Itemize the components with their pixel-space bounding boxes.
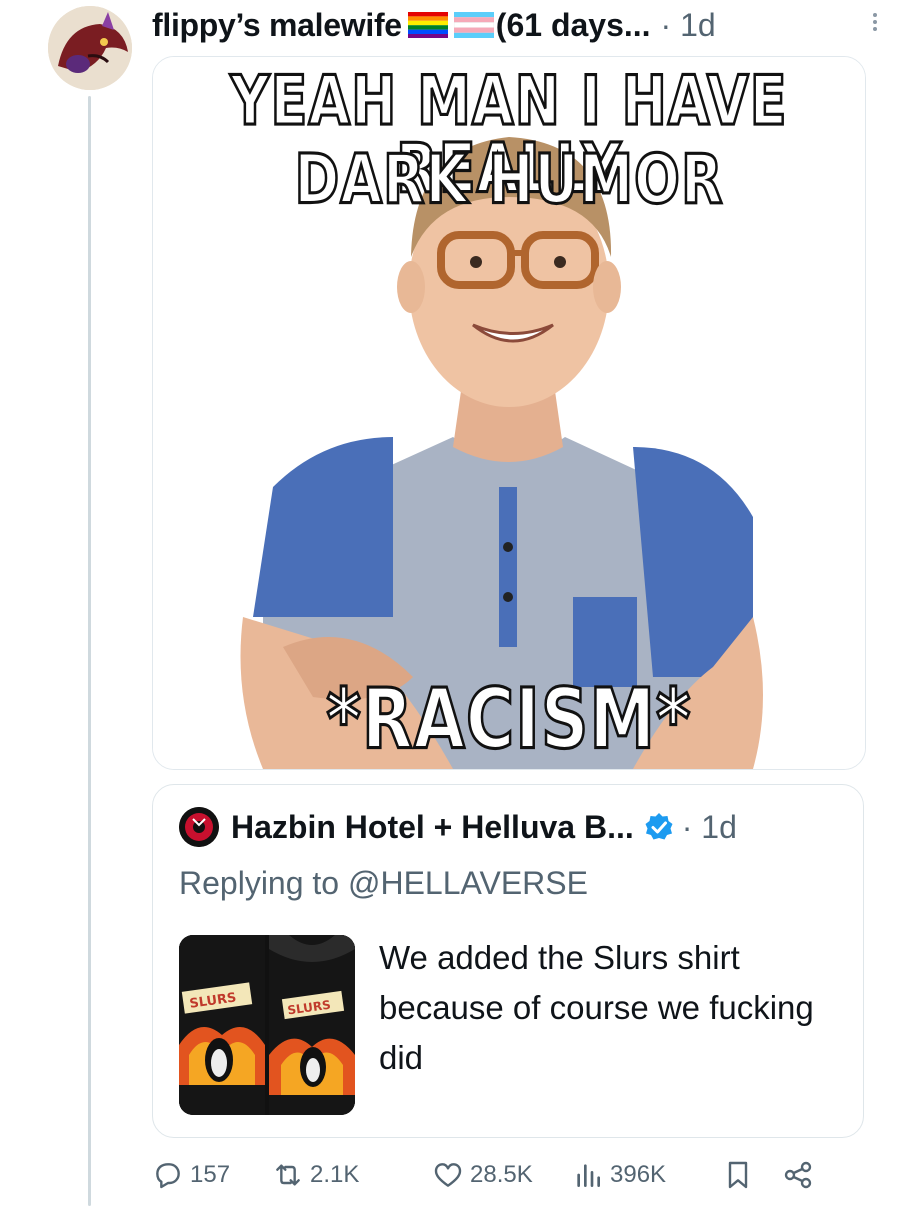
reply-count: 157: [190, 1161, 231, 1188]
hazbin-logo-icon: [179, 807, 219, 847]
quoted-post[interactable]: Hazbin Hotel + Helluva B... · 1d Replyin…: [152, 784, 864, 1138]
like-button[interactable]: 28.5K: [432, 1159, 572, 1191]
meme-caption-bottom: *RACISM*: [325, 671, 692, 768]
share-icon: [784, 1161, 812, 1189]
bookmark-icon: [728, 1161, 748, 1189]
quoted-media-thumbnail[interactable]: SLURS SLURS: [179, 935, 355, 1115]
share-button[interactable]: [782, 1159, 822, 1191]
meme-caption-top-2: DARK HUMOR: [293, 140, 724, 219]
repost-icon: [276, 1164, 300, 1186]
views-button[interactable]: 396K: [572, 1159, 722, 1191]
heart-icon: [434, 1163, 462, 1187]
post-image[interactable]: YEAH MAN I HAVE REALLY DARK HUMOR *RACIS…: [152, 56, 866, 770]
repost-count: 2.1K: [310, 1161, 360, 1188]
post-header: flippy’s malewife (61 days... · 1d: [152, 0, 872, 50]
avatar[interactable]: [48, 6, 132, 90]
repost-button[interactable]: 2.1K: [272, 1159, 432, 1191]
rainbow-flag-icon: [407, 12, 448, 38]
replying-handle[interactable]: @HELLAVERSE: [348, 865, 588, 901]
avatar-image: [48, 6, 132, 90]
like-count: 28.5K: [470, 1161, 533, 1188]
quoted-display-name[interactable]: Hazbin Hotel + Helluva B...: [231, 809, 634, 846]
verified-badge-icon: [645, 813, 673, 840]
bookmark-button[interactable]: [722, 1159, 782, 1191]
views-count: 396K: [610, 1161, 667, 1188]
thread-line: [88, 96, 91, 1206]
quoted-post-text: We added the Slurs shirt because of cour…: [379, 939, 814, 1076]
shirt-image-2: SLURS: [269, 935, 355, 1115]
quoted-post-header: Hazbin Hotel + Helluva B... · 1d: [179, 807, 737, 847]
display-name-suffix: (61 days...: [495, 6, 651, 43]
more-options-icon[interactable]: [870, 10, 880, 40]
trans-flag-icon: [453, 12, 494, 38]
display-name[interactable]: flippy’s malewife: [152, 7, 402, 44]
post-timestamp[interactable]: · 1d: [661, 7, 716, 44]
views-icon: [577, 1164, 600, 1187]
quoted-timestamp[interactable]: · 1d: [682, 809, 737, 846]
reply-button[interactable]: 157: [152, 1159, 272, 1191]
replying-label: Replying to: [179, 865, 340, 901]
replying-to: Replying to @HELLAVERSE: [179, 865, 588, 902]
reply-icon: [156, 1163, 180, 1189]
action-bar: 157 2.1K 28.5K 396K: [152, 1150, 872, 1200]
shirt-image-1: SLURS: [179, 935, 265, 1115]
